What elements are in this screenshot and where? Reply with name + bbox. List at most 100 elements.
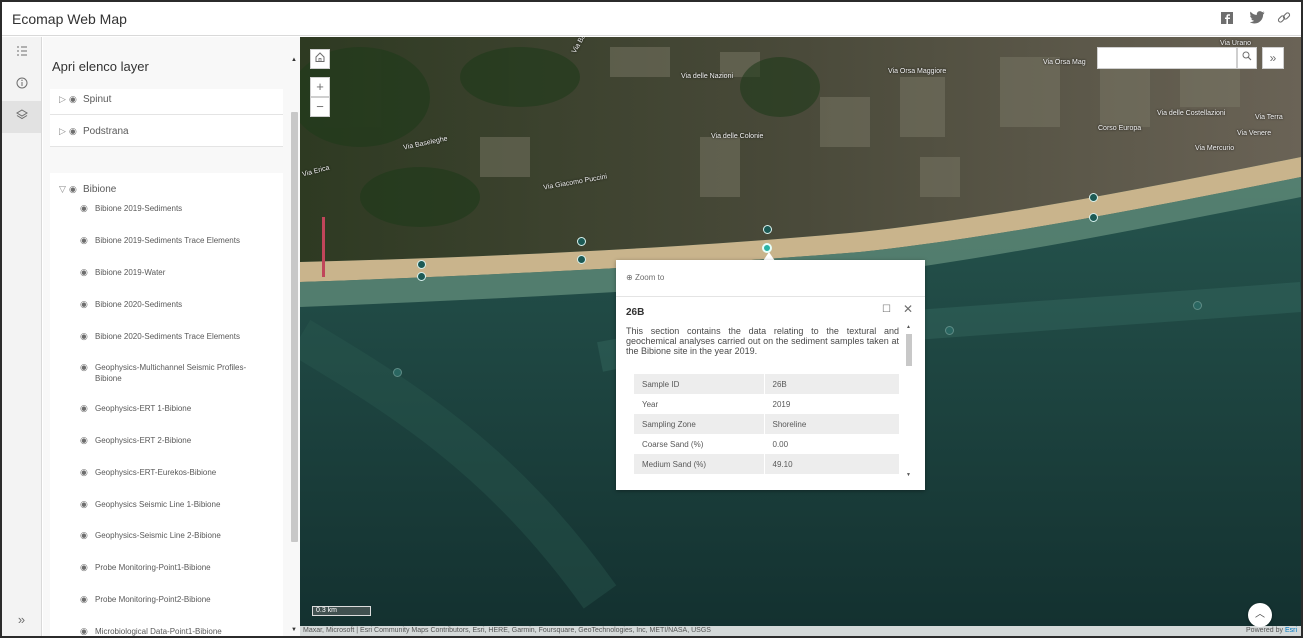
- info-icon[interactable]: [2, 69, 41, 101]
- sample-marker[interactable]: [1193, 301, 1202, 310]
- layer-label: Geophysics-ERT-Eurekos-Bibione: [95, 468, 217, 477]
- search-icon[interactable]: [1237, 47, 1257, 69]
- zoom-in-button[interactable]: +: [310, 77, 330, 97]
- expand-triangle-icon[interactable]: ▷: [59, 89, 69, 115]
- layer-group-bibione-header[interactable]: ▽ ◉ Bibione: [50, 173, 283, 205]
- table-row: Coarse Sand (%) 0.00: [634, 434, 899, 454]
- chevron-up-icon[interactable]: ︿: [1248, 603, 1272, 627]
- visibility-eye-icon[interactable]: ◉: [80, 331, 94, 342]
- zoom-out-button[interactable]: −: [310, 97, 330, 117]
- visibility-eye-icon[interactable]: ◉: [80, 435, 94, 446]
- scroll-thumb[interactable]: [906, 334, 912, 366]
- attribute-value: 49.10: [764, 454, 899, 474]
- layer-item[interactable]: ◉ Microbiological Data-Point1-Bibione: [50, 626, 283, 636]
- legend-icon[interactable]: [2, 37, 41, 69]
- visibility-eye-icon[interactable]: ◉: [80, 203, 94, 214]
- twitter-icon[interactable]: [1249, 11, 1265, 27]
- attribution-bar: Maxar, Microsoft | Esri Community Maps C…: [300, 626, 1301, 636]
- visibility-eye-icon[interactable]: ◉: [80, 299, 94, 310]
- street-label: Via delle Nazioni: [681, 73, 734, 80]
- expand-triangle-icon[interactable]: ▷: [59, 115, 69, 147]
- layer-group-podstrana[interactable]: ▷ ◉ Podstrana: [50, 115, 283, 147]
- sample-marker[interactable]: [1089, 213, 1098, 222]
- popup-scrollbar[interactable]: ▲ ▼: [905, 324, 913, 484]
- sample-marker[interactable]: [1089, 193, 1098, 202]
- zoom-magnifier-icon: ⊕: [626, 273, 635, 282]
- scroll-up-arrow-icon[interactable]: ▲: [291, 57, 297, 63]
- sample-marker[interactable]: [417, 260, 426, 269]
- scale-bar: 0.3 km: [312, 606, 371, 616]
- divider: [616, 296, 925, 297]
- layer-group-spinut[interactable]: ▷ ◉ Spinut: [50, 89, 283, 115]
- layer-item[interactable]: ◉ Geophysics-ERT 1-Bibione: [50, 403, 283, 414]
- popup-description: This section contains the data relating …: [626, 326, 899, 356]
- powered-by[interactable]: Powered by Esri: [1246, 626, 1297, 636]
- street-label: Via delle Costellazioni: [1157, 110, 1226, 117]
- layer-item[interactable]: ◉ Bibione 2019-Sediments Trace Elements: [50, 235, 283, 246]
- layer-item[interactable]: ◉ Geophysics Seismic Line 1-Bibione: [50, 499, 283, 510]
- layer-label: Bibione 2019-Sediments: [95, 204, 183, 213]
- layer-item[interactable]: ◉ Probe Monitoring-Point2-Bibione: [50, 594, 283, 605]
- layer-item[interactable]: ◉ Geophysics-ERT 2-Bibione: [50, 435, 283, 446]
- visibility-eye-icon[interactable]: ◉: [80, 362, 94, 373]
- sample-marker[interactable]: [393, 368, 402, 377]
- layer-item[interactable]: ◉ Bibione 2019-Sediments: [50, 203, 283, 214]
- visibility-eye-icon[interactable]: ◉: [80, 499, 94, 510]
- scroll-down-arrow-icon[interactable]: ▼: [291, 627, 297, 633]
- layer-item[interactable]: ◉ Bibione 2019-Water: [50, 267, 283, 278]
- table-row: Sample ID 26B: [634, 374, 899, 394]
- table-row: Sampling Zone Shoreline: [634, 414, 899, 434]
- map-view[interactable]: Via Bas Via delle Nazioni Via Orsa Maggi…: [300, 37, 1301, 636]
- layer-list-scrollbar[interactable]: ▲ ▼: [291, 57, 299, 634]
- close-icon[interactable]: ✕: [903, 302, 913, 316]
- visibility-eye-icon[interactable]: ◉: [80, 403, 94, 414]
- app-frame: Ecomap Web Map » Apri elenco layer ▷ ◉ Spi…: [0, 0, 1303, 638]
- sample-marker[interactable]: [577, 255, 586, 264]
- attribute-key: Sampling Zone: [634, 414, 765, 434]
- layer-group-label: Bibione: [83, 184, 117, 195]
- scroll-thumb[interactable]: [291, 112, 298, 542]
- visibility-eye-icon[interactable]: ◉: [80, 530, 94, 541]
- attribute-table: Sample ID 26B Year 2019 Sampling Zone Shore…: [634, 374, 899, 474]
- esri-link[interactable]: Esri: [1285, 627, 1297, 634]
- attribute-key: Sample ID: [634, 374, 765, 394]
- collapse-triangle-icon[interactable]: ▽: [59, 173, 69, 205]
- sample-marker[interactable]: [763, 225, 772, 234]
- visibility-eye-icon[interactable]: ◉: [80, 267, 94, 278]
- layer-list: ▷ ◉ Spinut ▷ ◉ Podstrana ▽ ◉ Bibione ◉ Bibione …: [50, 89, 326, 636]
- zoom-to-action[interactable]: ⊕ Zoom to: [626, 273, 664, 282]
- share-link-icon[interactable]: [1276, 11, 1292, 27]
- street-label: Via Mercurio: [1195, 145, 1235, 152]
- sample-marker[interactable]: [945, 326, 954, 335]
- facebook-icon[interactable]: [1219, 11, 1235, 27]
- layer-item[interactable]: ◉ Bibione 2020-Sediments Trace Elements: [50, 331, 283, 342]
- layer-label: Geophysics-Multichannel Seismic Profiles…: [95, 363, 247, 383]
- scroll-up-arrow-icon[interactable]: ▲: [906, 324, 911, 330]
- street-label: Via delle Colonie: [711, 133, 764, 140]
- layer-item[interactable]: ◉ Geophysics-Multichannel Seismic Profile…: [50, 362, 250, 384]
- zoom-to-label: Zoom to: [634, 273, 665, 282]
- visibility-eye-icon[interactable]: ◉: [80, 626, 94, 636]
- dock-icon[interactable]: ☐: [882, 304, 891, 315]
- layer-item[interactable]: ◉ Bibione 2020-Sediments: [50, 299, 283, 310]
- expand-panel-button[interactable]: »: [2, 604, 41, 636]
- search-input[interactable]: [1097, 47, 1237, 69]
- layers-icon[interactable]: [2, 101, 41, 133]
- scroll-down-arrow-icon[interactable]: ▼: [906, 472, 911, 478]
- visibility-eye-icon[interactable]: ◉: [69, 89, 83, 115]
- visibility-eye-icon[interactable]: ◉: [80, 467, 94, 478]
- layer-item[interactable]: ◉ Geophysics-Seismic Line 2-Bibione: [50, 530, 283, 541]
- sample-marker[interactable]: [577, 237, 586, 246]
- layer-item[interactable]: ◉ Geophysics-ERT-Eurekos-Bibione: [50, 467, 283, 478]
- layer-label: Probe Monitoring-Point1-Bibione: [95, 563, 211, 572]
- visibility-eye-icon[interactable]: ◉: [69, 173, 83, 205]
- layer-item[interactable]: ◉ Probe Monitoring-Point1-Bibione: [50, 562, 283, 573]
- visibility-eye-icon[interactable]: ◉: [80, 594, 94, 605]
- visibility-eye-icon[interactable]: ◉: [80, 562, 94, 573]
- sample-marker[interactable]: [417, 272, 426, 281]
- expand-chevron-icon[interactable]: »: [1262, 47, 1284, 69]
- visibility-eye-icon[interactable]: ◉: [80, 235, 94, 246]
- visibility-eye-icon[interactable]: ◉: [69, 115, 83, 147]
- powered-by-label: Powered by: [1246, 627, 1285, 634]
- home-icon[interactable]: [310, 49, 330, 69]
